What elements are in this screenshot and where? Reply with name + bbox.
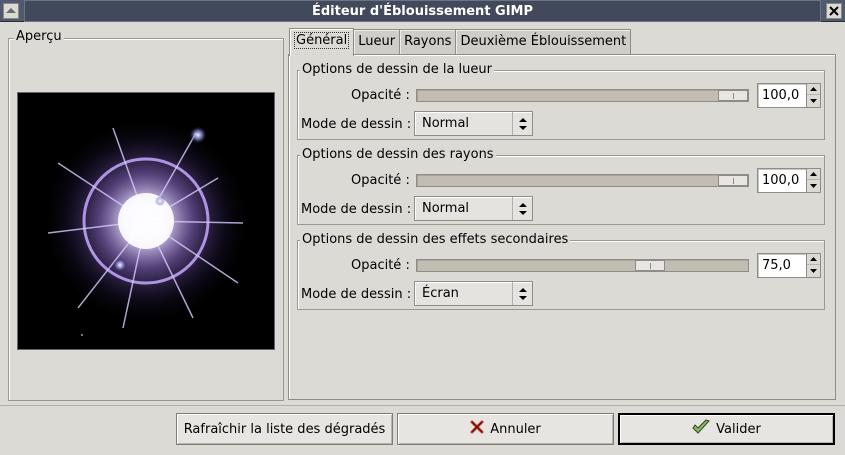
glow-opacity-value[interactable]: 100,0 (762, 88, 799, 103)
check-hand-icon (692, 419, 711, 439)
tab-lueur[interactable]: Lueur (353, 29, 401, 55)
rays-opacity-spinbutton[interactable]: 100,0 (757, 168, 821, 193)
secondary-opacity-slider[interactable] (416, 259, 749, 272)
glow-options-title: Options de dessin de la lueur (300, 62, 494, 77)
button-area-separator (0, 405, 845, 406)
updown-arrows-icon (512, 112, 532, 135)
glow-mode-label: Mode de dessin : (301, 117, 412, 132)
rays-mode-value: Normal (422, 201, 470, 216)
glow-opacity-label: Opacité : (351, 88, 410, 103)
glow-opacity-spinbutton[interactable]: 100,0 (757, 83, 821, 108)
tab-deuxieme-eblouissement[interactable]: Deuxième Éblouissement (455, 29, 632, 55)
secondary-opacity-label: Opacité : (351, 258, 410, 273)
secondary-opacity-value[interactable]: 75,0 (762, 258, 791, 273)
refresh-gradients-button[interactable]: Rafraîchir la liste des dégradés (176, 413, 393, 445)
updown-arrows-icon (512, 282, 532, 305)
ok-button[interactable]: Valider (618, 413, 835, 445)
rays-options-title: Options de dessin des rayons (300, 147, 496, 162)
secondary-mode-label: Mode de dessin : (301, 287, 412, 302)
flare-preview-image[interactable] (17, 92, 275, 350)
glow-opacity-slider-handle[interactable] (718, 90, 748, 101)
preview-label: Aperçu (14, 29, 64, 44)
rays-opacity-slider-handle[interactable] (718, 175, 748, 186)
glow-mode-value: Normal (422, 116, 470, 131)
close-icon[interactable] (826, 3, 842, 19)
spin-down-arrow-icon[interactable] (807, 95, 820, 106)
cancel-button[interactable]: Annuler (397, 413, 614, 445)
rays-opacity-slider[interactable] (416, 174, 749, 187)
cancel-x-icon (470, 420, 484, 438)
secondary-mode-value: Écran (422, 286, 459, 301)
tab-bar: Général Lueur Rayons Deuxième Éblouissem… (289, 28, 632, 56)
spin-up-arrow-icon[interactable] (807, 254, 820, 265)
updown-arrows-icon (512, 197, 532, 220)
spin-down-arrow-icon[interactable] (807, 180, 820, 191)
ok-label: Valider (716, 421, 761, 437)
title-bar: Éditeur d'Éblouissement GIMP (0, 0, 845, 22)
tab-general[interactable]: Général (289, 28, 355, 56)
glow-opacity-slider[interactable] (416, 89, 749, 102)
window-title: Éditeur d'Éblouissement GIMP (24, 0, 821, 22)
secondary-opacity-spinbutton[interactable]: 75,0 (757, 253, 821, 278)
glow-mode-combo[interactable]: Normal (414, 111, 533, 136)
secondary-opacity-slider-handle[interactable] (635, 260, 666, 271)
cancel-label: Annuler (490, 421, 541, 437)
rays-mode-combo[interactable]: Normal (414, 196, 533, 221)
spin-down-arrow-icon[interactable] (807, 265, 820, 276)
rays-opacity-label: Opacité : (351, 173, 410, 188)
secondary-options-title: Options de dessin des effets secondaires (300, 232, 571, 247)
refresh-gradients-label: Rafraîchir la liste des dégradés (183, 421, 386, 437)
secondary-mode-combo[interactable]: Écran (414, 281, 533, 306)
spin-up-arrow-icon[interactable] (807, 169, 820, 180)
rays-opacity-value[interactable]: 100,0 (762, 173, 799, 188)
spin-up-arrow-icon[interactable] (807, 84, 820, 95)
rays-mode-label: Mode de dessin : (301, 202, 412, 217)
tab-rayons[interactable]: Rayons (399, 29, 457, 55)
window-menu-icon[interactable] (3, 3, 19, 19)
